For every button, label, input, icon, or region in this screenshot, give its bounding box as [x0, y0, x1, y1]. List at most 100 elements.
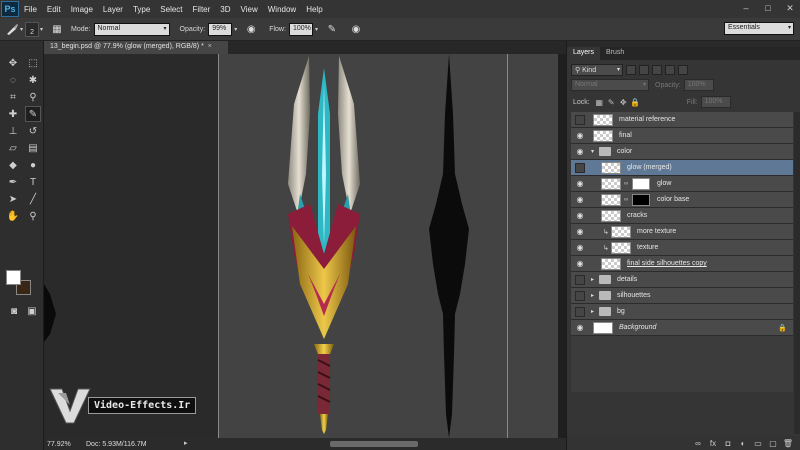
canvas-vertical-scrollbar[interactable]	[558, 54, 566, 438]
layer-group-silhouettes[interactable]: ▸ silhouettes	[571, 288, 793, 304]
menu-layer[interactable]: Layer	[98, 5, 128, 14]
mode-select[interactable]: Normal ▾	[93, 22, 170, 36]
eye-icon[interactable]: ◉	[575, 211, 585, 221]
menu-view[interactable]: View	[236, 5, 263, 14]
marquee-tool-icon[interactable]: ⬚	[25, 55, 41, 71]
layer-material-reference[interactable]: material reference	[571, 112, 793, 128]
visibility-toggle[interactable]	[575, 114, 585, 125]
layer-mask-thumbnail[interactable]	[632, 177, 650, 190]
layer-final-side-silhouettes-copy[interactable]: ◉ final side silhouettes copy	[571, 256, 793, 272]
blur-tool-icon[interactable]: ◆	[5, 157, 21, 173]
brush-tool-preset-icon[interactable]	[4, 21, 20, 37]
menu-filter[interactable]: Filter	[188, 5, 216, 14]
tab-layers[interactable]: Layers	[567, 47, 601, 60]
pressure-opacity-icon[interactable]: ◉	[243, 21, 259, 37]
brush-size-picker[interactable]: 2	[25, 21, 40, 37]
workspace-select[interactable]: Essentials ▾	[724, 22, 794, 35]
doc-size[interactable]: Doc: 5.93M/116.7M	[86, 441, 147, 448]
pressure-size-icon[interactable]: ◉	[348, 21, 364, 37]
eye-icon[interactable]: ◉	[575, 179, 585, 189]
status-menu-arrow-icon[interactable]: ▸	[184, 439, 188, 447]
eye-icon[interactable]: ◉	[575, 131, 585, 141]
menu-type[interactable]: Type	[128, 5, 155, 14]
layer-texture[interactable]: ◉ ↳ texture	[571, 240, 793, 256]
eye-icon[interactable]: ◉	[575, 243, 585, 253]
horizontal-scroll-thumb[interactable]	[330, 441, 418, 447]
gradient-tool-icon[interactable]: ▤	[25, 140, 41, 156]
layer-color-base[interactable]: ◉ ∞ color base	[571, 192, 793, 208]
filter-adjustment-icon[interactable]	[639, 65, 649, 75]
visibility-toggle[interactable]	[575, 306, 585, 317]
zoom-level[interactable]: 77.92%	[44, 441, 72, 448]
blend-mode-select[interactable]: Normal ▾	[571, 79, 649, 91]
new-layer-icon[interactable]: ▢	[768, 438, 778, 448]
guide-line-right[interactable]	[507, 54, 508, 438]
foreground-color-swatch[interactable]	[6, 270, 21, 285]
airbrush-icon[interactable]: ✎	[324, 21, 340, 37]
layer-group-color[interactable]: ◉ ▾ color	[571, 144, 793, 160]
layer-cracks[interactable]: ◉ cracks	[571, 208, 793, 224]
preset-dropdown-arrow-icon[interactable]: ▾	[20, 26, 23, 33]
adjustment-layer-icon[interactable]: ◐	[738, 438, 748, 448]
close-window-button[interactable]: ✕	[784, 2, 796, 14]
layer-opacity-input[interactable]: 100%	[683, 79, 714, 91]
group-collapsed-icon[interactable]: ▸	[591, 276, 594, 283]
eye-icon[interactable]: ◉	[575, 227, 585, 237]
chain-link-icon[interactable]: ∞	[624, 197, 628, 203]
menu-window[interactable]: Window	[263, 5, 301, 14]
lock-pixels-icon[interactable]: ✎	[606, 97, 617, 108]
menu-select[interactable]: Select	[155, 5, 187, 14]
history-brush-tool-icon[interactable]: ↺	[25, 123, 41, 139]
clone-stamp-tool-icon[interactable]: ⊥	[5, 123, 21, 139]
fill-input[interactable]: 100%	[700, 96, 731, 108]
visibility-toggle[interactable]	[575, 290, 585, 301]
filter-pixel-icon[interactable]	[626, 65, 636, 75]
layer-group-bg[interactable]: ▸ bg	[571, 304, 793, 320]
link-layers-icon[interactable]: ∞	[693, 438, 703, 448]
brush-picker-arrow-icon[interactable]: ▾	[40, 26, 43, 33]
filter-type-icon[interactable]	[652, 65, 662, 75]
filter-kind-select[interactable]: ⚲ Kind ▾	[571, 64, 623, 76]
eraser-tool-icon[interactable]: ▱	[5, 140, 21, 156]
type-tool-icon[interactable]: T	[25, 174, 41, 190]
trash-icon[interactable]: 🗑	[783, 438, 793, 448]
menu-help[interactable]: Help	[301, 5, 327, 14]
flow-slider-arrow-icon[interactable]: ▾	[315, 26, 318, 33]
layer-more-texture[interactable]: ◉ ↳ more texture	[571, 224, 793, 240]
guide-line-left[interactable]	[218, 54, 219, 438]
brush-tool-icon[interactable]: ✎	[25, 106, 41, 122]
add-mask-icon[interactable]: ◘	[723, 438, 733, 448]
filter-smart-object-icon[interactable]	[678, 65, 688, 75]
close-tab-icon[interactable]: ×	[208, 43, 212, 50]
group-expanded-icon[interactable]: ▾	[591, 148, 594, 155]
layer-glow-merged[interactable]: glow (merged)	[571, 160, 793, 176]
minimize-button[interactable]: –	[740, 2, 752, 14]
lock-transparency-icon[interactable]: ▦	[594, 97, 605, 108]
eye-icon[interactable]: ◉	[575, 323, 585, 333]
eyedropper-tool-icon[interactable]: ⚲	[25, 89, 41, 105]
move-tool-icon[interactable]: ✥	[5, 55, 21, 71]
chain-link-icon[interactable]: ∞	[624, 181, 628, 187]
group-collapsed-icon[interactable]: ▸	[591, 292, 594, 299]
line-tool-icon[interactable]: ╱	[25, 191, 41, 207]
opacity-input[interactable]: 99%	[208, 22, 233, 36]
layer-glow[interactable]: ◉ ∞ glow	[571, 176, 793, 192]
layers-scrollbar[interactable]	[794, 112, 800, 434]
magic-wand-tool-icon[interactable]: ✱	[25, 72, 41, 88]
lasso-tool-icon[interactable]: ◌	[5, 72, 21, 88]
eye-icon[interactable]: ◉	[575, 147, 585, 157]
hand-tool-icon[interactable]: ✋	[5, 208, 21, 224]
eye-icon[interactable]: ◉	[575, 259, 585, 269]
flow-input[interactable]: 100%	[288, 22, 313, 36]
menu-file[interactable]: File	[19, 5, 42, 14]
screen-mode-icon[interactable]: ▣	[24, 303, 40, 319]
layer-mask-thumbnail[interactable]	[632, 193, 650, 206]
filter-shape-icon[interactable]	[665, 65, 675, 75]
tab-brush[interactable]: Brush	[600, 47, 630, 60]
layer-background[interactable]: ◉ Background 🔒	[571, 320, 793, 336]
canvas-area[interactable]	[44, 54, 558, 438]
menu-3d[interactable]: 3D	[215, 5, 235, 14]
layer-group-details[interactable]: ▸ details	[571, 272, 793, 288]
zoom-tool-icon[interactable]: ⚲	[25, 208, 41, 224]
dodge-tool-icon[interactable]: ●	[25, 157, 41, 173]
